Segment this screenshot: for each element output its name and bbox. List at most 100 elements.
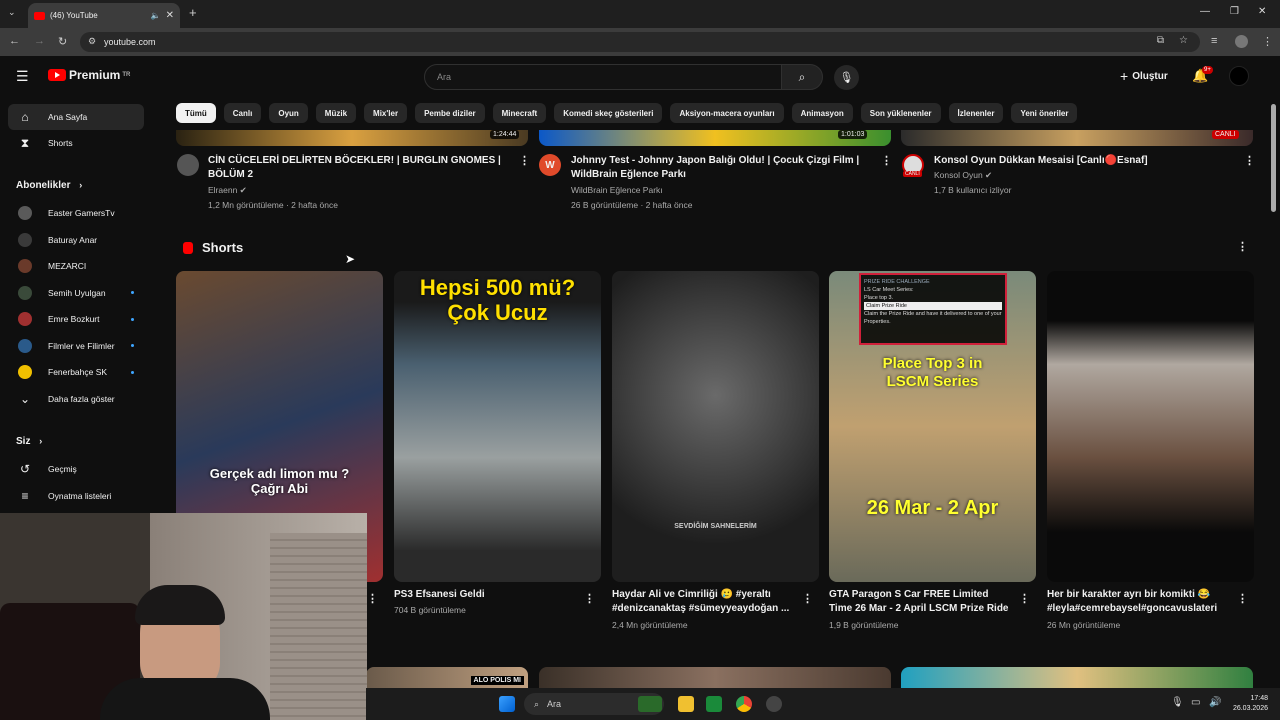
video-thumbnail[interactable] xyxy=(901,130,1253,146)
app-icon[interactable] xyxy=(766,696,782,712)
url-field[interactable]: ⚙ youtube.com ⧉ ☆ xyxy=(80,32,1200,52)
chip-6[interactable]: Minecraft xyxy=(492,103,547,123)
hamburger-menu-icon[interactable]: ☰ xyxy=(16,68,29,85)
video-title[interactable]: Konsol Oyun Dükkan Mesaisi [Canlı🔴Esnaf] xyxy=(934,154,1234,168)
short-overlay-text: Gerçek adı limon mu ? Çağrı Abi xyxy=(209,466,350,496)
tab-search-icon[interactable]: ≡ xyxy=(1211,35,1217,47)
video-thumbnail[interactable] xyxy=(539,667,891,688)
chip-12[interactable]: Yeni öneriler xyxy=(1011,103,1078,123)
subscription-item[interactable]: Semih Uyulgan xyxy=(8,280,144,306)
chip-11[interactable]: İzlenenler xyxy=(948,103,1004,123)
profile-avatar[interactable] xyxy=(1235,35,1248,48)
microphone-tray-icon[interactable]: 🎙 xyxy=(1171,697,1184,708)
subscription-item[interactable]: MEZARCI xyxy=(8,253,144,279)
more-options-icon[interactable]: ⋮ xyxy=(584,592,595,605)
bookmark-star-icon[interactable]: ☆ xyxy=(1179,35,1188,46)
tab-list-chevron-icon[interactable]: ⌄ xyxy=(8,7,16,18)
short-title-line: Time 26 Mar - 2 April LSCM Prize Ride xyxy=(829,603,1009,614)
duration-badge: 1:01:03 xyxy=(838,130,868,139)
sidebar-item-playlists[interactable]: ≡ Oynatma listeleri xyxy=(8,483,144,509)
create-button[interactable]: + Oluştur xyxy=(1120,68,1168,84)
chrome-icon[interactable] xyxy=(736,696,752,712)
short-title[interactable]: Her bir karakter ayrı bir komikti 😂 #ley… xyxy=(1047,588,1237,616)
chip-5[interactable]: Pembe diziler xyxy=(415,103,485,123)
search-button[interactable]: ⌕ xyxy=(781,64,823,90)
channel-avatar[interactable] xyxy=(177,154,199,176)
volume-tray-icon[interactable]: 🔊 xyxy=(1209,697,1221,708)
video-title[interactable]: Johnny Test - Johnny Japon Balığı Oldu! … xyxy=(571,154,871,182)
more-options-icon[interactable]: ⋮ xyxy=(802,592,813,605)
chip-1[interactable]: Canlı xyxy=(223,103,262,123)
subscription-item[interactable]: Baturay Anar xyxy=(8,227,144,253)
back-icon[interactable]: ← xyxy=(9,35,20,47)
short-card[interactable]: Hepsi 500 mü? Çok Ucuz xyxy=(394,271,601,582)
youtube-premium-logo[interactable]: Premium TR xyxy=(48,68,130,82)
subscriptions-header[interactable]: Abonelikler › xyxy=(16,180,82,191)
channel-avatar xyxy=(18,312,32,326)
reload-icon[interactable]: ↻ xyxy=(58,35,67,48)
short-title[interactable]: PS3 Efsanesi Geldi xyxy=(394,588,485,602)
webcam-shirt xyxy=(100,678,270,720)
shorts-menu-icon[interactable]: ⋮ xyxy=(1237,240,1248,253)
browser-tab-youtube[interactable]: (46) YouTube 🔈 ✕ xyxy=(28,3,180,28)
search-input[interactable]: Ara xyxy=(424,64,782,90)
sidebar-item-label: Geçmiş xyxy=(48,464,77,474)
tab-close-icon[interactable]: ✕ xyxy=(166,10,174,21)
short-title[interactable]: Haydar Ali ve Cimriliği 🥲 #yeraltı #deni… xyxy=(612,588,797,616)
new-tab-icon[interactable]: + xyxy=(189,5,197,20)
browser-address-bar: ← → ↻ ⚙ youtube.com ⧉ ☆ ≡ ⋮ xyxy=(0,28,1280,56)
video-title-line: Konsol Oyun Dükkan Mesaisi [Canlı🔴Esnaf] xyxy=(934,155,1148,166)
video-thumbnail[interactable] xyxy=(176,130,528,146)
more-options-icon[interactable]: ⋮ xyxy=(1237,592,1248,605)
more-options-icon[interactable]: ⋮ xyxy=(1244,154,1255,167)
chip-7[interactable]: Komedi skeç gösterileri xyxy=(554,103,663,123)
sidebar-item-home[interactable]: ⌂ Ana Sayfa xyxy=(8,104,144,130)
chip-8[interactable]: Aksiyon-macera oyunları xyxy=(670,103,784,123)
video-thumbnail[interactable]: ALO POLIS MI xyxy=(366,667,528,688)
chip-4[interactable]: Mix'ler xyxy=(364,103,408,123)
sidebar-item-show-more[interactable]: ⌄ Daha fazla göster xyxy=(8,386,144,412)
window-close-icon[interactable]: ✕ xyxy=(1258,6,1266,17)
more-options-icon[interactable]: ⋮ xyxy=(519,154,530,167)
taskbar-clock[interactable]: 17:48 26.03.2026 xyxy=(1233,694,1268,714)
file-explorer-icon[interactable] xyxy=(678,696,694,712)
windows-start-icon[interactable] xyxy=(499,696,515,712)
category-chips: Tümü Canlı Oyun Müzik Mix'ler Pembe diziler Mi… xyxy=(176,103,1078,123)
sidebar-item-shorts[interactable]: ⧗ Shorts xyxy=(8,130,144,156)
video-title[interactable]: CİN CÜCELERİ DELİRTEN BÖCEKLER! | BURGLI… xyxy=(208,154,508,182)
subscription-item[interactable]: Easter GamersTv xyxy=(8,200,144,226)
subscription-item[interactable]: Fenerbahçe SK xyxy=(8,359,144,385)
chip-3[interactable]: Müzik xyxy=(315,103,357,123)
page-scrollbar[interactable] xyxy=(1271,104,1276,212)
short-card[interactable] xyxy=(1047,271,1254,582)
browser-menu-icon[interactable]: ⋮ xyxy=(1262,35,1273,48)
more-options-icon[interactable]: ⋮ xyxy=(367,592,378,605)
site-info-icon[interactable]: ⚙ xyxy=(88,36,96,47)
short-card[interactable]: SEVDİĞİM SAHNELERİM xyxy=(612,271,819,582)
forward-icon[interactable]: → xyxy=(34,35,45,47)
subscription-item[interactable]: Emre Bozkurt xyxy=(8,306,144,332)
subscription-name: Filmler ve Filimler xyxy=(48,340,115,351)
chip-10[interactable]: Son yüklenenler xyxy=(860,103,941,123)
more-options-icon[interactable]: ⋮ xyxy=(1019,592,1030,605)
voice-search-button[interactable]: 🎙 xyxy=(834,65,859,90)
speaker-icon[interactable]: 🔈 xyxy=(151,11,161,20)
sidebar-item-history[interactable]: ↺ Geçmiş xyxy=(8,456,144,482)
subscription-item[interactable]: Filmler ve Filimler xyxy=(8,333,144,359)
restore-icon[interactable]: ❐ xyxy=(1230,6,1239,17)
chip-9[interactable]: Animasyon xyxy=(791,103,853,123)
short-title-line: GTA Paragon S Car FREE Limited xyxy=(829,589,989,600)
you-header[interactable]: Siz › xyxy=(16,436,42,447)
chip-0[interactable]: Tümü xyxy=(176,103,216,123)
install-app-icon[interactable]: ⧉ xyxy=(1157,35,1164,46)
channel-avatar[interactable]: W xyxy=(539,154,561,176)
account-avatar[interactable] xyxy=(1229,66,1249,86)
network-tray-icon[interactable]: ▭ xyxy=(1191,697,1200,708)
minimize-icon[interactable]: — xyxy=(1200,6,1210,17)
short-title[interactable]: GTA Paragon S Car FREE Limited Time 26 M… xyxy=(829,588,1019,616)
short-card[interactable]: PRIZE RIDE CHALLENGE LS Car Meet Series:… xyxy=(829,271,1036,582)
chip-2[interactable]: Oyun xyxy=(269,103,308,123)
more-options-icon[interactable]: ⋮ xyxy=(881,154,892,167)
app-icon[interactable] xyxy=(706,696,722,712)
video-thumbnail[interactable] xyxy=(901,667,1253,688)
